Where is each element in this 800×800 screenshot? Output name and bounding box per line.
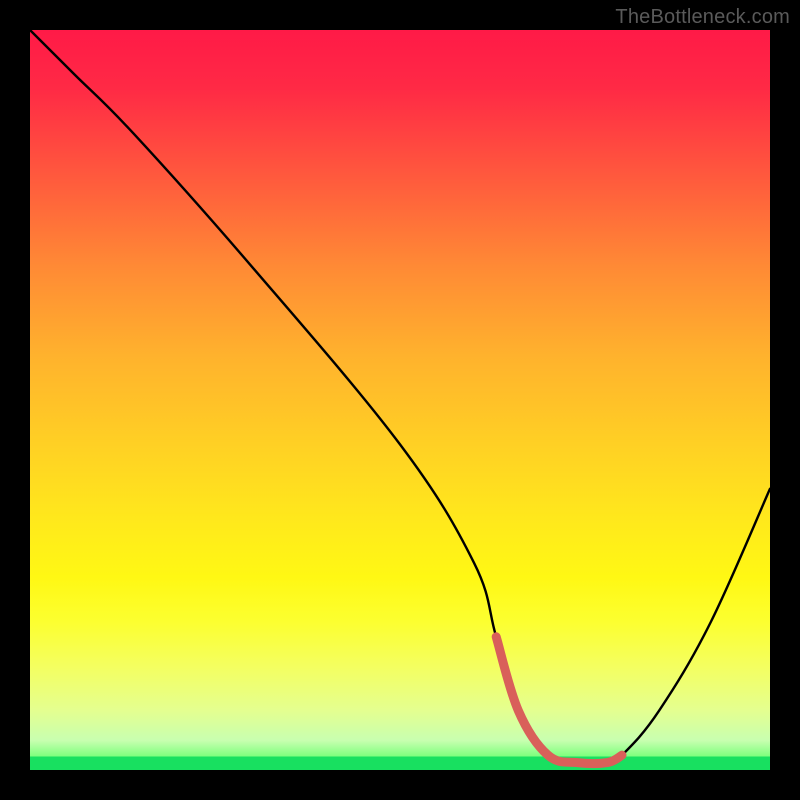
curve-layer (30, 30, 770, 770)
low-bottleneck-highlight (496, 637, 622, 764)
bottleneck-curve (30, 30, 770, 764)
plot-area (30, 30, 770, 770)
chart-stage: TheBottleneck.com (0, 0, 800, 800)
watermark-text: TheBottleneck.com (615, 6, 790, 29)
